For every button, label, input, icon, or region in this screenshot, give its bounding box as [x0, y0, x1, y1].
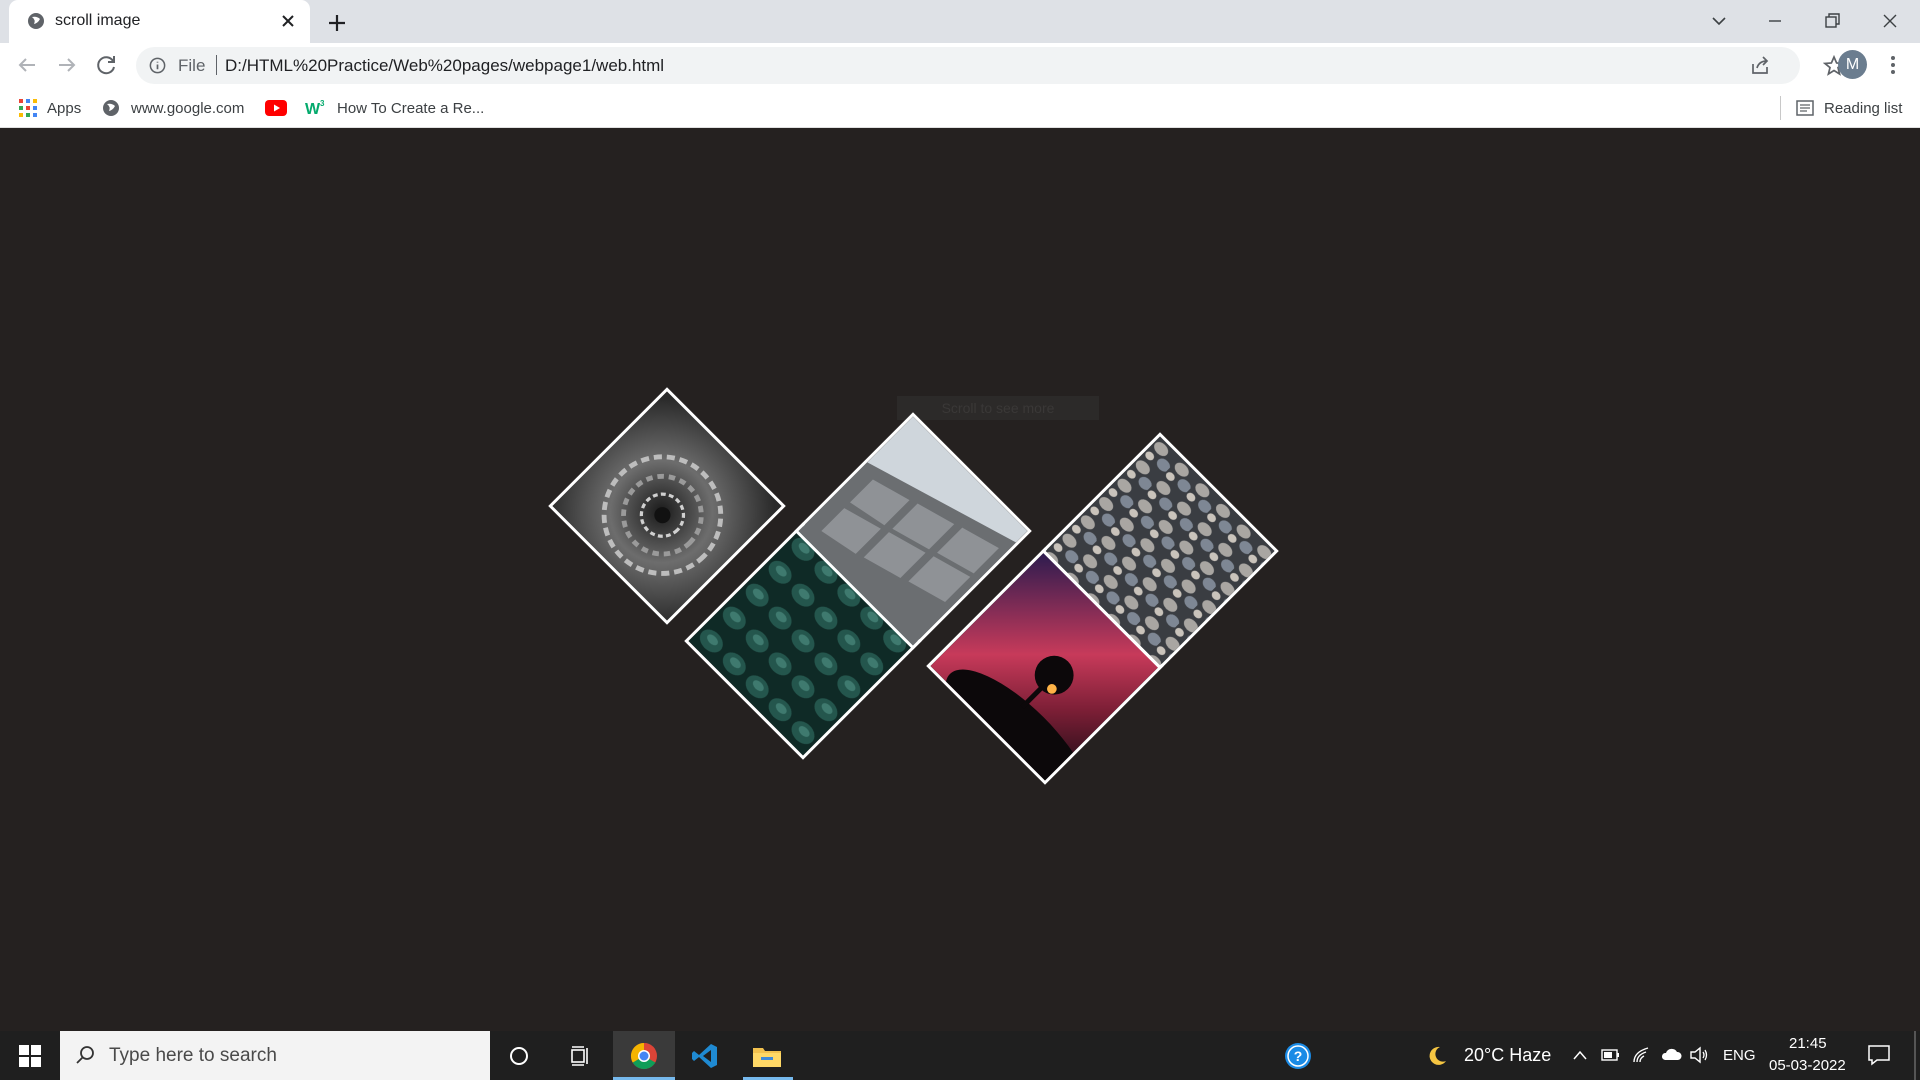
reading-list-icon: [1796, 100, 1814, 116]
onedrive-cloud-icon[interactable]: [1660, 1047, 1682, 1061]
address-url[interactable]: D:/HTML%20Practice/Web%20pages/webpage1/…: [225, 56, 664, 76]
close-tab-icon[interactable]: [276, 9, 300, 33]
bookmarks-divider: [1780, 96, 1781, 120]
info-icon[interactable]: [148, 56, 167, 75]
tab-search-chevron-icon[interactable]: [1702, 6, 1736, 36]
taskbar-vscode[interactable]: [675, 1031, 735, 1080]
tab-title: scroll image: [55, 12, 141, 29]
more-menu-icon[interactable]: [1882, 51, 1904, 79]
browser-tab[interactable]: scroll image: [9, 0, 310, 43]
windows-logo-icon: [19, 1044, 41, 1067]
windows-taskbar: Type here to search ? 20°C Haze ENG 21:4…: [0, 1031, 1920, 1080]
bookmark-youtube[interactable]: [265, 96, 297, 120]
language-indicator[interactable]: ENG: [1723, 1047, 1756, 1064]
reading-list-button[interactable]: Reading list: [1796, 96, 1902, 120]
w3schools-icon: W 3: [305, 99, 325, 117]
minimize-icon[interactable]: [1758, 6, 1792, 36]
scroll-hint: Scroll to see more: [897, 396, 1099, 420]
start-button[interactable]: [0, 1031, 60, 1080]
help-icon: ?: [1285, 1042, 1311, 1069]
clock-time[interactable]: 21:45: [1789, 1035, 1827, 1052]
chrome-icon: [630, 1042, 657, 1069]
bookmark-google[interactable]: www.google.com: [101, 96, 244, 120]
vscode-icon: [692, 1043, 717, 1068]
cortana-button[interactable]: [498, 1031, 540, 1080]
cortana-circle-icon: [510, 1046, 528, 1065]
share-icon[interactable]: [1749, 55, 1771, 77]
reading-list-label: Reading list: [1824, 99, 1903, 117]
show-desktop-button[interactable]: [1914, 1031, 1916, 1080]
apps-grid-icon: [19, 99, 37, 117]
search-placeholder: Type here to search: [109, 1045, 277, 1066]
bookmark-label: Apps: [47, 99, 82, 117]
taskbar-search-box[interactable]: Type here to search: [60, 1031, 490, 1080]
bookmarks-bar: Apps www.google.com W 3 How To Create a …: [0, 88, 1920, 128]
address-divider: [216, 55, 217, 75]
address-scheme: File: [178, 56, 206, 75]
page-content: Scroll to see more: [0, 129, 1920, 1031]
battery-icon[interactable]: [1601, 1048, 1621, 1062]
task-view-button[interactable]: [560, 1031, 602, 1080]
wifi-icon[interactable]: [1632, 1046, 1650, 1064]
weather-text[interactable]: 20°C Haze: [1464, 1045, 1551, 1066]
bookmark-label: www.google.com: [131, 99, 245, 117]
taskbar-chrome[interactable]: [613, 1031, 675, 1080]
profile-avatar[interactable]: M: [1838, 50, 1867, 79]
search-icon: [76, 1046, 94, 1064]
taskbar-file-explorer[interactable]: [737, 1031, 797, 1080]
new-tab-icon[interactable]: [323, 9, 351, 37]
notification-center-icon[interactable]: [1867, 1044, 1891, 1066]
svg-text:W: W: [305, 101, 321, 117]
address-bar[interactable]: File D:/HTML%20Practice/Web%20pages/webp…: [136, 47, 1845, 84]
volume-icon[interactable]: [1689, 1046, 1709, 1064]
task-view-icon: [571, 1045, 588, 1066]
tab-strip: scroll image: [0, 0, 1920, 43]
folder-icon: [753, 1047, 781, 1067]
chevron-up-icon[interactable]: [1572, 1049, 1588, 1061]
globe-icon: [28, 13, 44, 29]
svg-text:?: ?: [1294, 1048, 1303, 1064]
bookmark-apps[interactable]: Apps: [19, 96, 81, 120]
back-arrow-icon[interactable]: [13, 51, 41, 79]
svg-text:3: 3: [320, 99, 325, 108]
globe-icon: [103, 100, 119, 116]
bookmark-w3schools[interactable]: W 3 How To Create a Re...: [305, 96, 484, 120]
reload-icon[interactable]: [93, 51, 121, 79]
moon-icon: [1429, 1046, 1446, 1065]
help-tray-button[interactable]: ?: [1280, 1031, 1316, 1080]
browser-toolbar: File D:/HTML%20Practice/Web%20pages/webp…: [0, 43, 1920, 88]
bookmark-label: How To Create a Re...: [337, 99, 485, 117]
close-window-icon[interactable]: [1873, 6, 1907, 36]
clock-date[interactable]: 05-03-2022: [1769, 1057, 1846, 1074]
restore-icon[interactable]: [1815, 6, 1849, 36]
youtube-icon: [265, 100, 287, 116]
weather-tray[interactable]: [1424, 1031, 1450, 1080]
forward-arrow-icon[interactable]: [53, 51, 81, 79]
